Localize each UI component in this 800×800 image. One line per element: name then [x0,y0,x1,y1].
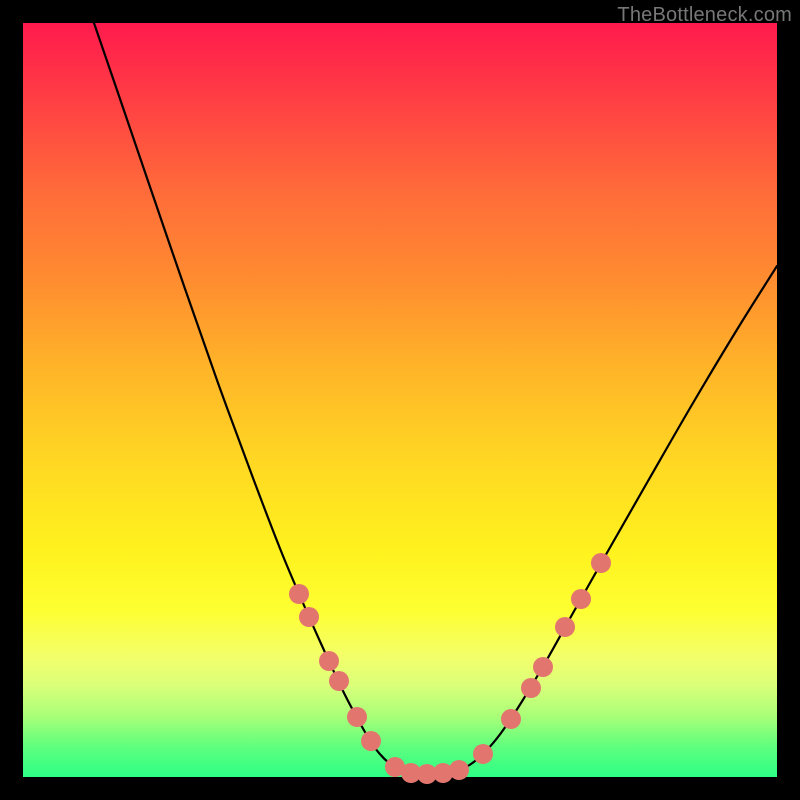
bottleneck-curve [94,23,777,774]
curve-marker [555,617,575,637]
curve-marker [319,651,339,671]
curve-marker [591,553,611,573]
curve-marker [347,707,367,727]
curve-marker [329,671,349,691]
curve-marker [361,731,381,751]
curve-marker [571,589,591,609]
watermark-text: TheBottleneck.com [617,4,792,27]
curve-marker [501,709,521,729]
curve-marker [299,607,319,627]
curve-marker [449,760,469,780]
curve-marker [521,678,541,698]
markers-group [289,553,611,784]
plot-frame [23,23,777,777]
curve-marker [473,744,493,764]
plot-svg [23,23,777,777]
curve-marker [289,584,309,604]
curve-marker [533,657,553,677]
